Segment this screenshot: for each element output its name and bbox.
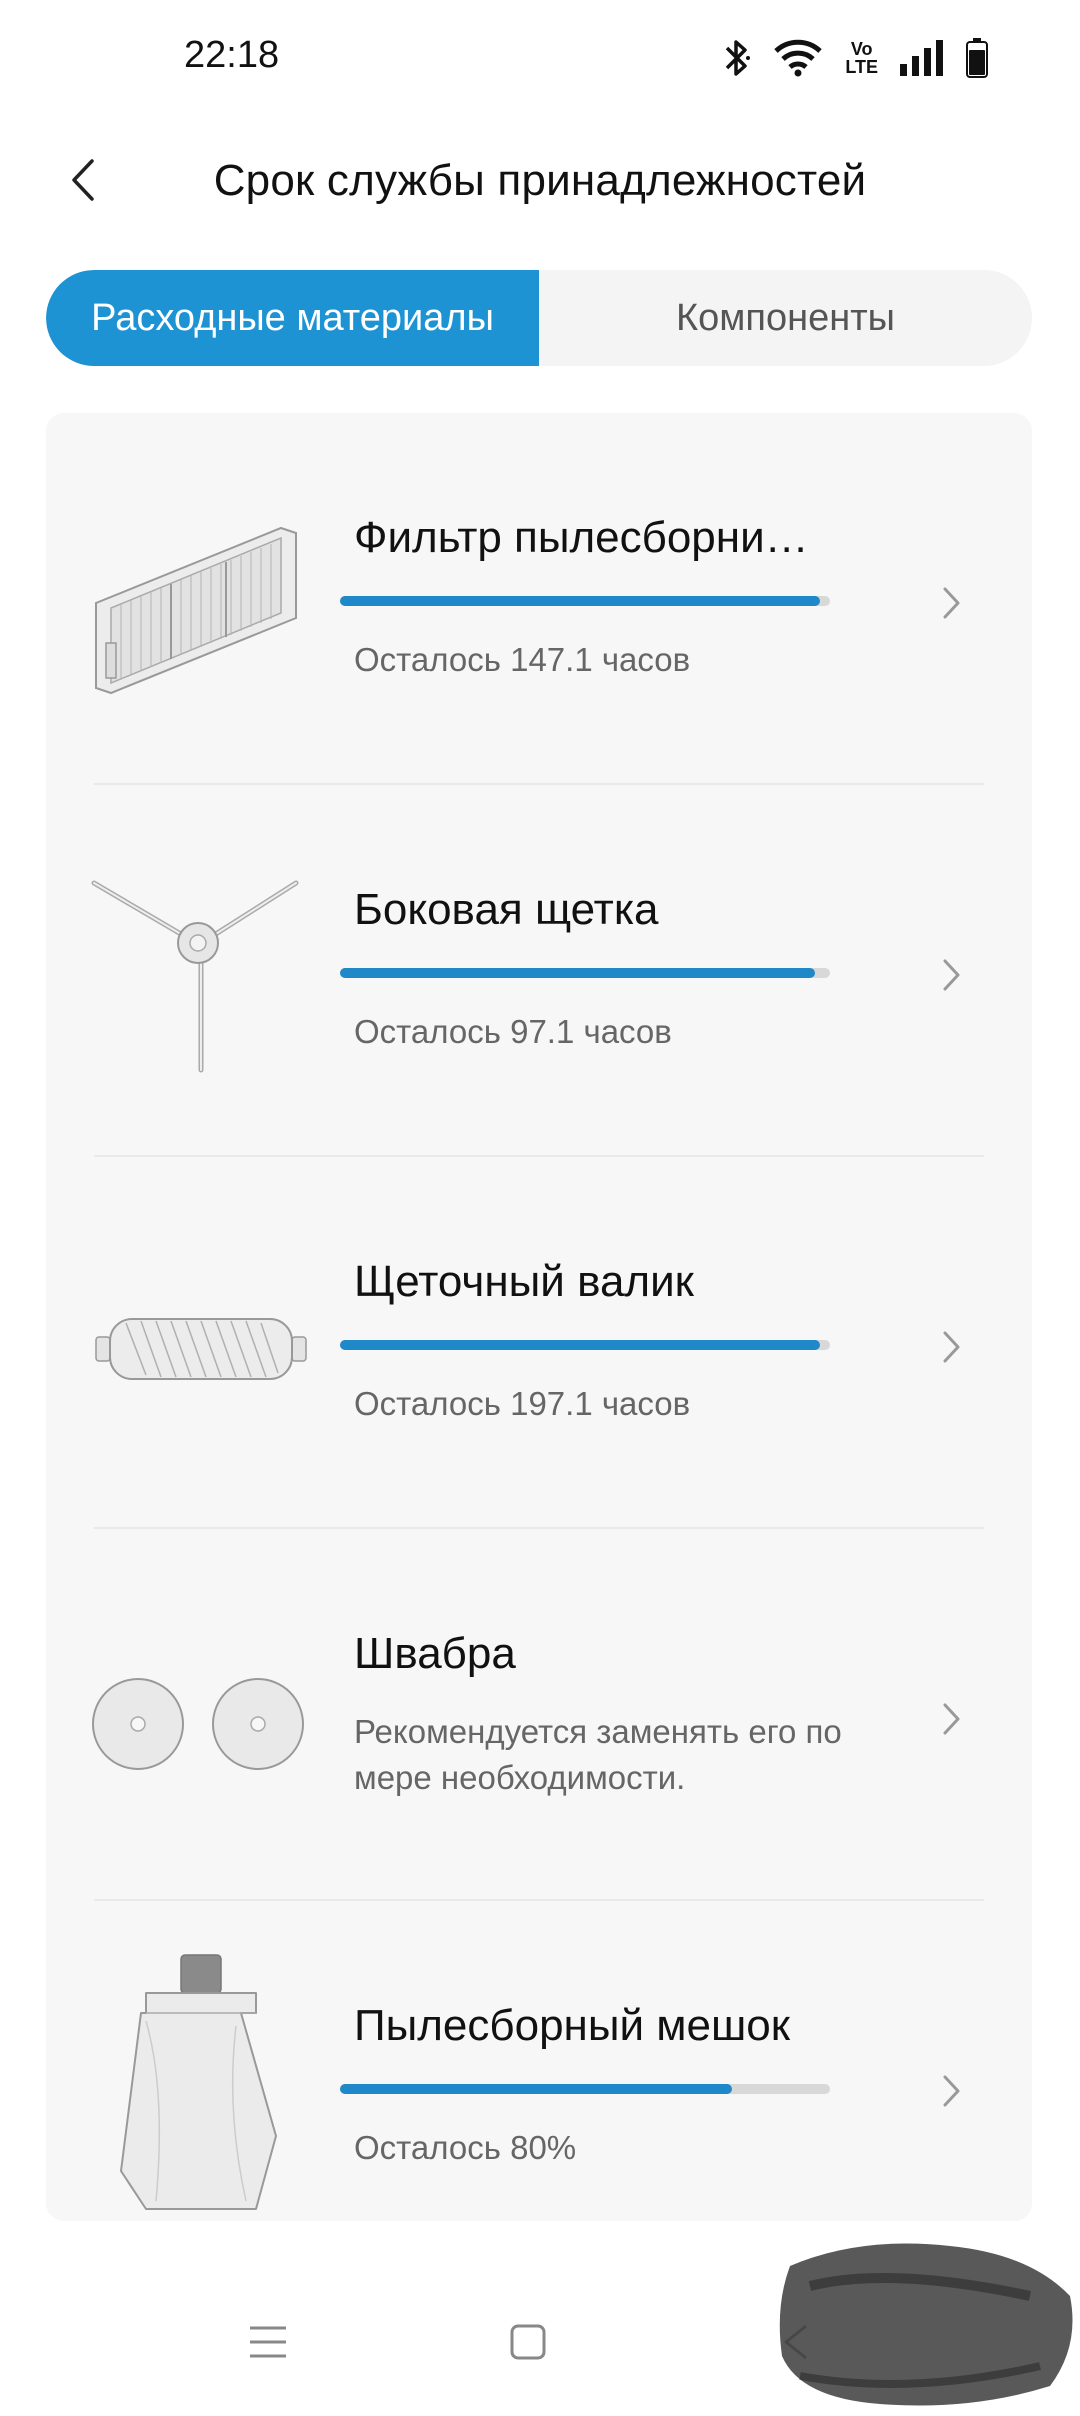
battery-icon xyxy=(966,38,988,78)
consumables-list: Фильтр пылесборни… Осталось 147.1 часов … xyxy=(46,413,1032,2221)
list-item-side-brush[interactable]: Боковая щетка Осталось 97.1 часов xyxy=(46,785,1032,1155)
chevron-right-icon xyxy=(943,1331,960,1363)
list-item-dust-filter[interactable]: Фильтр пылесборни… Осталось 147.1 часов xyxy=(46,413,1032,783)
signal-icon xyxy=(900,40,944,76)
status-icons: Vo LTE xyxy=(723,38,988,78)
item-remaining: Осталось 147.1 часов xyxy=(354,641,691,678)
list-item-roller-brush[interactable]: Щеточный валик Осталось 197.1 часов xyxy=(46,1157,1032,1527)
tab-consumables[interactable]: Расходные материалы xyxy=(46,270,539,366)
home-icon[interactable] xyxy=(508,2322,548,2362)
item-remaining: Осталось 97.1 часов xyxy=(354,1013,672,1050)
volte-icon: Vo LTE xyxy=(845,39,878,77)
progress-bar xyxy=(340,1340,830,1350)
list-item-dust-bag[interactable]: Пылесборный мешок Осталось 80% xyxy=(46,1901,1032,2221)
item-remaining: Осталось 197.1 часов xyxy=(354,1385,691,1422)
chevron-right-icon xyxy=(943,959,960,991)
item-note: Рекомендуется заменять его по мере необх… xyxy=(354,1713,842,1796)
mop-pads-image xyxy=(92,1678,304,1770)
chevron-right-icon xyxy=(943,587,960,619)
item-name: Щеточный валик xyxy=(354,1257,694,1306)
3dnews-watermark xyxy=(779,2243,1073,2406)
header: Срок службы принадлежностей xyxy=(0,120,1080,280)
progress-bar xyxy=(340,2084,830,2094)
item-remaining: Осталось 80% xyxy=(354,2129,577,2166)
tab-components[interactable]: Компоненты xyxy=(539,270,1032,366)
page-title: Срок службы принадлежностей xyxy=(213,156,867,205)
item-name: Боковая щетка xyxy=(354,885,659,934)
chevron-right-icon xyxy=(943,1703,960,1735)
list-item-mop[interactable]: Швабра Рекомендуется заменять его по мер… xyxy=(46,1529,1032,1899)
progress-bar xyxy=(340,968,830,978)
menu-icon[interactable] xyxy=(248,2322,288,2362)
chevron-right-icon xyxy=(943,2075,960,2107)
roller-brush-image xyxy=(95,1318,307,1380)
item-name: Фильтр пылесборни… xyxy=(354,513,809,562)
item-name: Пылесборный мешок xyxy=(354,2001,791,2050)
progress-bar xyxy=(340,596,830,606)
dust-bag-image xyxy=(120,1954,277,2210)
bluetooth-icon xyxy=(723,38,751,78)
dust-filter-image xyxy=(95,526,297,695)
status-time: 22:18 xyxy=(184,34,280,76)
item-name: Швабра xyxy=(354,1629,516,1678)
wifi-icon xyxy=(773,39,823,77)
status-bar: 22:18 Vo LTE xyxy=(0,0,1080,120)
side-brush-image xyxy=(91,880,299,1073)
tab-bar: Расходные материалы Компоненты xyxy=(46,270,1032,366)
